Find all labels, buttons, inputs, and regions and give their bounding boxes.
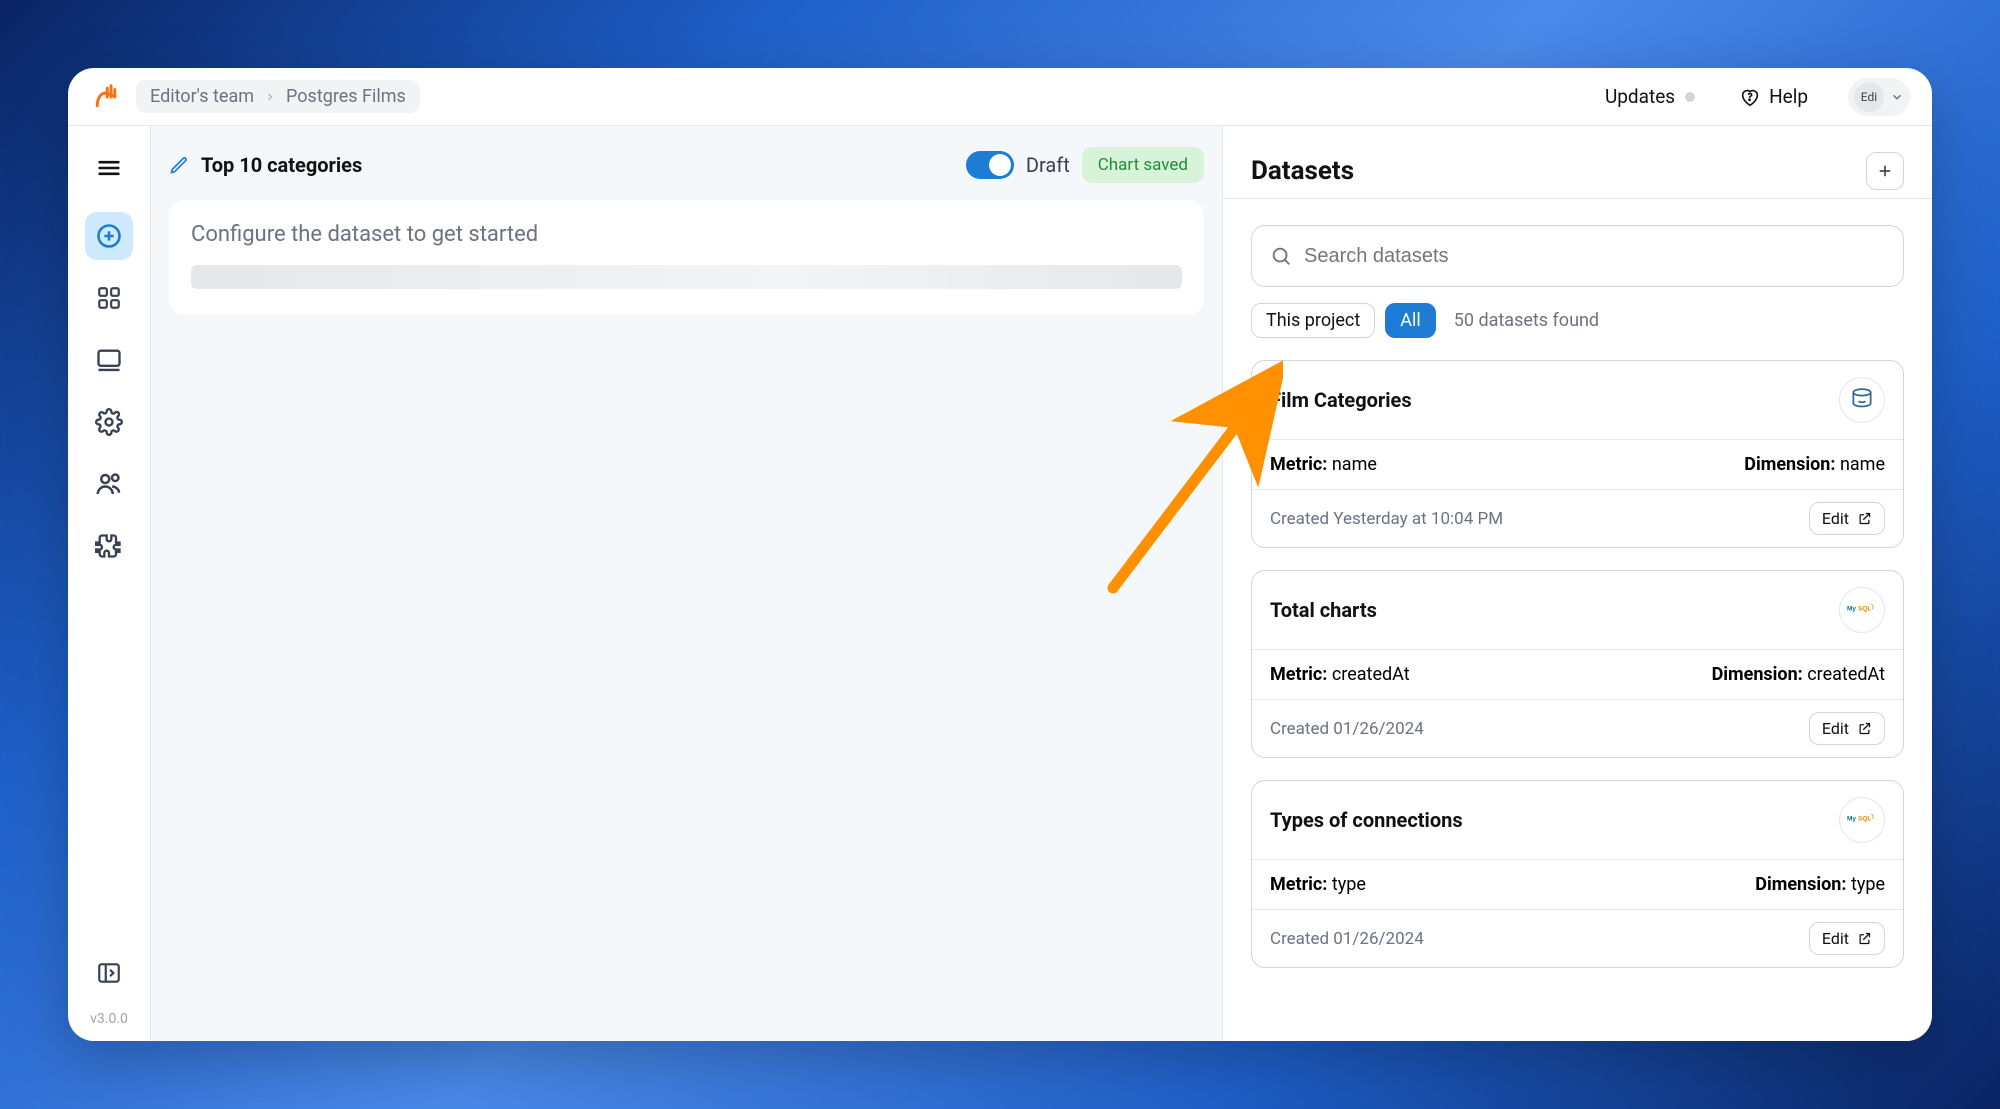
breadcrumb-team[interactable]: Editor's team bbox=[150, 86, 254, 107]
user-menu[interactable]: Edi bbox=[1848, 78, 1910, 116]
dashboards-button[interactable] bbox=[85, 274, 133, 322]
updates-link[interactable]: Updates bbox=[1605, 85, 1695, 108]
database-type-icon: MySQL bbox=[1839, 797, 1885, 843]
dataset-metric: Metric: type bbox=[1270, 874, 1366, 895]
skeleton-bar bbox=[191, 265, 1182, 289]
dataset-metrics-row: Metric: type Dimension: type bbox=[1252, 860, 1903, 910]
breadcrumb[interactable]: Editor's team Postgres Films bbox=[136, 80, 420, 113]
dataset-name: Film Categories bbox=[1270, 388, 1412, 412]
dataset-dimension: Dimension: type bbox=[1755, 874, 1885, 895]
dataset-created: Created 01/26/2024 bbox=[1270, 929, 1424, 949]
config-prompt: Configure the dataset to get started bbox=[191, 222, 1182, 247]
dataset-metrics-row: Metric: createdAt Dimension: createdAt bbox=[1252, 650, 1903, 700]
database-type-icon bbox=[1839, 377, 1885, 423]
draft-label: Draft bbox=[1026, 153, 1070, 177]
menu-toggle[interactable] bbox=[85, 144, 133, 192]
help-icon bbox=[1739, 86, 1761, 108]
datasets-panel: Datasets This project All bbox=[1222, 126, 1932, 1041]
dataset-created: Created Yesterday at 10:04 PM bbox=[1270, 509, 1503, 529]
dataset-edit-button[interactable]: Edit bbox=[1809, 922, 1885, 955]
add-dataset-button[interactable] bbox=[1866, 152, 1904, 190]
expand-sidebar-button[interactable] bbox=[85, 949, 133, 997]
dataset-card[interactable]: Types of connections MySQL Metric: type … bbox=[1251, 780, 1904, 968]
svg-text:My: My bbox=[1847, 816, 1856, 823]
datasets-title: Datasets bbox=[1251, 156, 1354, 186]
dataset-name: Types of connections bbox=[1270, 808, 1463, 832]
dataset-created: Created 01/26/2024 bbox=[1270, 719, 1424, 739]
filter-row: This project All 50 datasets found bbox=[1251, 303, 1904, 338]
screens-button[interactable] bbox=[85, 336, 133, 384]
chevron-right-icon bbox=[264, 91, 276, 103]
dataset-dimension: Dimension: name bbox=[1744, 454, 1885, 475]
filter-all[interactable]: All bbox=[1385, 303, 1436, 338]
updates-label: Updates bbox=[1605, 85, 1675, 108]
dataset-card[interactable]: Film Categories Metric: name Dimension: … bbox=[1251, 360, 1904, 548]
chart-column: Top 10 categories Draft Chart saved Conf… bbox=[151, 126, 1222, 1041]
database-type-icon: MySQL bbox=[1839, 587, 1885, 633]
version-label: v3.0.0 bbox=[90, 1011, 128, 1041]
app-logo[interactable] bbox=[90, 81, 122, 113]
datasets-header: Datasets bbox=[1223, 126, 1932, 198]
team-button[interactable] bbox=[85, 460, 133, 508]
dataset-footer: Created 01/26/2024 Edit bbox=[1252, 910, 1903, 967]
dataset-edit-button[interactable]: Edit bbox=[1809, 712, 1885, 745]
search-icon bbox=[1270, 245, 1292, 267]
avatar: Edi bbox=[1854, 82, 1884, 112]
breadcrumb-project[interactable]: Postgres Films bbox=[286, 86, 406, 107]
search-wrap[interactable] bbox=[1251, 225, 1904, 287]
dataset-metrics-row: Metric: name Dimension: name bbox=[1252, 440, 1903, 490]
help-label: Help bbox=[1769, 85, 1808, 108]
dataset-dimension: Dimension: createdAt bbox=[1712, 664, 1885, 685]
svg-text:SQL: SQL bbox=[1858, 816, 1871, 823]
app-window: Editor's team Postgres Films Updates Hel… bbox=[68, 68, 1932, 1041]
chart-card: Configure the dataset to get started bbox=[169, 200, 1204, 315]
dataset-metric: Metric: name bbox=[1270, 454, 1377, 475]
help-link[interactable]: Help bbox=[1739, 85, 1808, 108]
main: Top 10 categories Draft Chart saved Conf… bbox=[151, 126, 1932, 1041]
dataset-card[interactable]: Total charts MySQL Metric: createdAt Dim… bbox=[1251, 570, 1904, 758]
dataset-search-input[interactable] bbox=[1304, 245, 1885, 268]
datasets-count: 50 datasets found bbox=[1454, 310, 1599, 331]
dataset-card-header: Total charts MySQL bbox=[1252, 571, 1903, 650]
dataset-metric: Metric: createdAt bbox=[1270, 664, 1410, 685]
chevron-down-icon bbox=[1890, 90, 1904, 104]
integrations-button[interactable] bbox=[85, 522, 133, 570]
dataset-name: Total charts bbox=[1270, 598, 1377, 622]
settings-button[interactable] bbox=[85, 398, 133, 446]
chart-saved-badge: Chart saved bbox=[1082, 147, 1204, 183]
chart-title[interactable]: Top 10 categories bbox=[201, 153, 362, 177]
dataset-card-header: Film Categories bbox=[1252, 361, 1903, 440]
add-button[interactable] bbox=[85, 212, 133, 260]
chart-header: Top 10 categories Draft Chart saved bbox=[169, 144, 1204, 186]
dataset-edit-button[interactable]: Edit bbox=[1809, 502, 1885, 535]
edit-title-icon[interactable] bbox=[169, 155, 189, 175]
draft-toggle[interactable] bbox=[966, 151, 1014, 179]
topbar: Editor's team Postgres Films Updates Hel… bbox=[68, 68, 1932, 126]
svg-text:SQL: SQL bbox=[1858, 606, 1871, 613]
dataset-card-header: Types of connections MySQL bbox=[1252, 781, 1903, 860]
filter-this-project[interactable]: This project bbox=[1251, 303, 1375, 338]
datasets-body: This project All 50 datasets found Film … bbox=[1223, 199, 1932, 968]
dataset-list: Film Categories Metric: name Dimension: … bbox=[1251, 360, 1904, 968]
sidebar: v3.0.0 bbox=[68, 126, 151, 1041]
svg-text:My: My bbox=[1847, 606, 1856, 613]
dataset-footer: Created Yesterday at 10:04 PM Edit bbox=[1252, 490, 1903, 547]
dataset-footer: Created 01/26/2024 Edit bbox=[1252, 700, 1903, 757]
avatar-initials: Edi bbox=[1861, 90, 1877, 104]
updates-indicator-icon bbox=[1685, 92, 1695, 102]
body: v3.0.0 Top 10 categories Draft Chart sav… bbox=[68, 126, 1932, 1041]
